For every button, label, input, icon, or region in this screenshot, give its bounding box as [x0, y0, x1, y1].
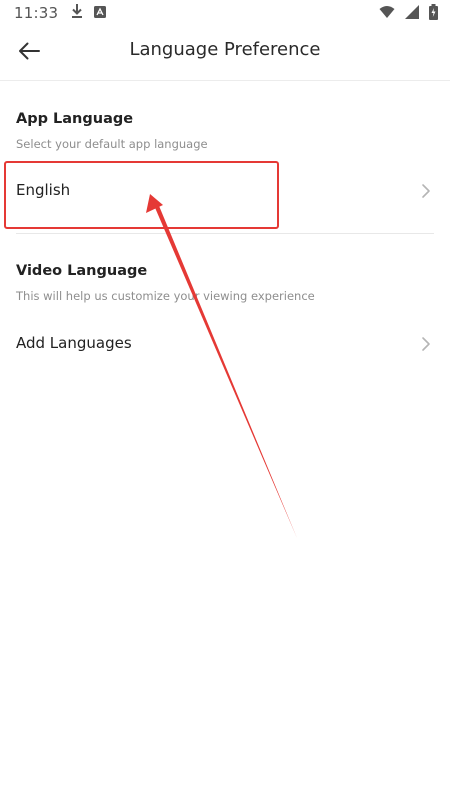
video-language-title: Video Language	[16, 263, 148, 279]
app-bar: Language Preference	[0, 26, 450, 81]
chevron-right-icon	[420, 183, 432, 199]
add-languages-row[interactable]: Add Languages	[0, 320, 450, 370]
app-language-subtitle: Select your default app language	[16, 137, 208, 151]
wifi-icon	[379, 5, 395, 23]
app-language-selector[interactable]: English	[0, 167, 450, 217]
video-language-subtitle: This will help us customize your viewing…	[16, 289, 315, 303]
status-bar: 11:33	[0, 0, 450, 26]
section-divider	[16, 233, 434, 234]
status-time: 11:33	[14, 4, 59, 22]
signal-icon	[405, 5, 419, 23]
download-icon	[70, 3, 84, 23]
selected-language-label: English	[16, 181, 71, 199]
app-language-title: App Language	[16, 111, 134, 127]
page-title: Language Preference	[129, 39, 321, 60]
chevron-right-icon	[420, 336, 432, 352]
battery-icon	[429, 4, 438, 24]
app-notification-icon	[94, 4, 107, 22]
add-languages-label: Add Languages	[16, 334, 132, 352]
